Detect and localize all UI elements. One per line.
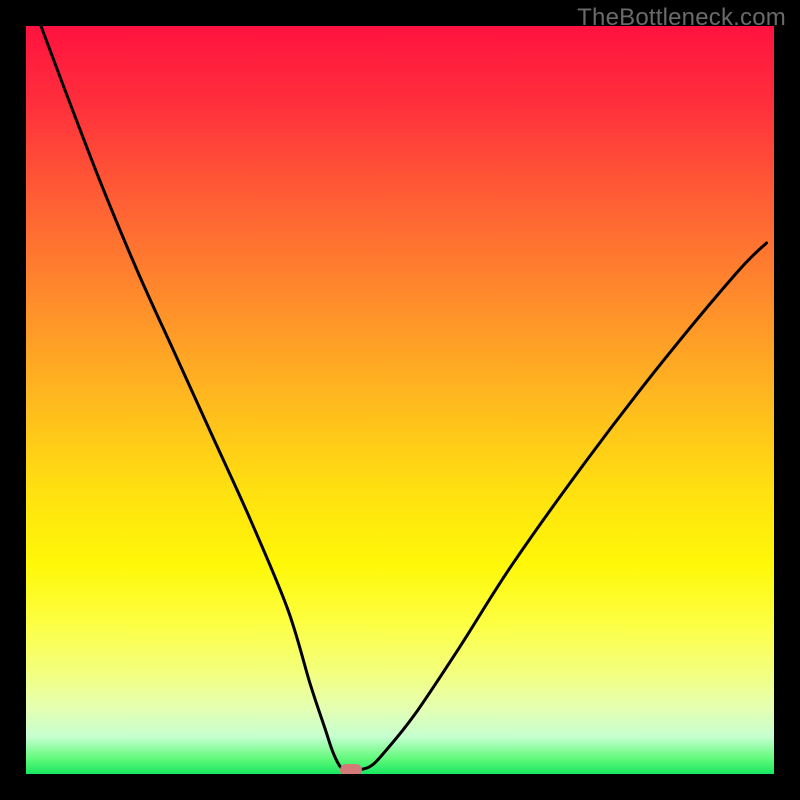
plot-area bbox=[26, 26, 774, 774]
bottleneck-curve bbox=[41, 26, 767, 771]
curve-svg bbox=[26, 26, 774, 774]
chart-frame: TheBottleneck.com bbox=[0, 0, 800, 800]
optimum-marker bbox=[340, 764, 362, 774]
watermark-text: TheBottleneck.com bbox=[577, 4, 786, 32]
